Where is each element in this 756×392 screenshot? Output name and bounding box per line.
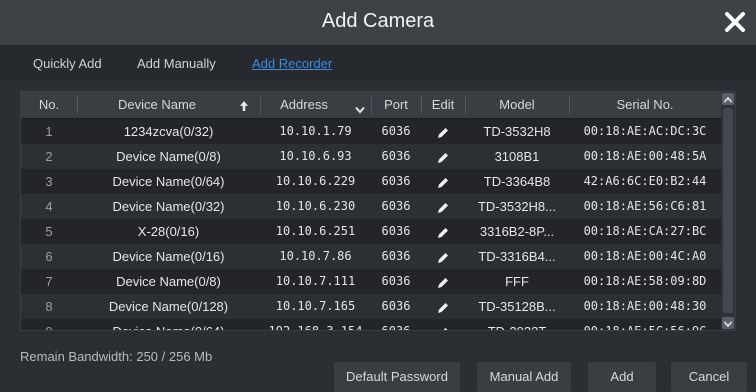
tab-quickly-add[interactable]: Quickly Add [33,56,102,71]
arrow-up-icon[interactable] [239,99,249,117]
cell-port: 6036 [381,274,411,288]
cell-address: 10.10.6.229 [275,174,356,188]
column-header-model[interactable]: Model [465,92,569,118]
table-row[interactable]: 4 Device Name(0/32) 10.10.6.230 6036 TD-… [21,194,721,219]
cell-serial-no: 00:18:AE:00:48:30 [583,299,707,313]
cell-serial-no: 00:18:AE:AC:DC:3C [583,124,707,138]
tab-bar: Quickly Add Add Manually Add Recorder [0,45,756,81]
cell-address: 10.10.1.79 [279,124,352,138]
cell-port: 6036 [381,299,411,313]
dialog-title: Add Camera [321,10,435,32]
cell-address: 10.10.7.165 [275,299,356,313]
cell-serial-no: 42:A6:6C:E0:B2:44 [583,174,707,188]
cell-device-name: 1234zcva(0/32) [123,124,214,139]
cell-model: 3108B1 [494,149,540,164]
cell-port: 6036 [381,174,411,188]
tab-add-recorder[interactable]: Add Recorder [252,56,332,71]
cell-model: TD-3532H8 [483,124,551,139]
cell-port: 6036 [381,124,411,138]
title-bar: Add Camera [0,0,756,45]
cell-serial-no: 00:18:AE:CA:27:BC [583,224,707,238]
close-icon[interactable] [720,7,750,37]
cell-device-name: Device Name(0/64) [112,174,225,189]
cell-no: 3 [45,174,53,189]
cell-serial-no: 00:18:AE:00:48:5A [583,149,707,163]
cell-no: 1 [45,124,53,139]
cell-address: 10.10.6.251 [275,224,356,238]
cell-no: 2 [45,149,53,164]
cell-serial-no: 00:18:AE:5C:56:9C [583,324,707,331]
pencil-icon[interactable] [421,194,465,219]
cell-model: FFF [505,274,529,289]
tab-add-manually[interactable]: Add Manually [137,56,216,71]
cell-no: 8 [45,299,53,314]
cell-model: 3316B2-8P... [479,224,555,239]
cell-no: 6 [45,249,53,264]
cell-serial-no: 00:18:AE:00:4C:A0 [583,249,707,263]
cell-device-name: Device Name(0/64) [77,319,260,330]
cell-address: 10.10.7.111 [275,274,356,288]
cell-no: 4 [45,199,53,214]
pencil-icon[interactable] [421,144,465,169]
cell-port: 6036 [381,249,411,263]
pencil-icon[interactable] [421,219,465,244]
manual-add-button[interactable]: Manual Add [477,362,571,392]
cell-no: 7 [45,274,53,289]
cell-address: 192.168.3.154 [268,324,363,331]
cell-no: 9 [21,319,77,330]
pencil-icon[interactable] [421,294,465,319]
table-row[interactable]: 3 Device Name(0/64) 10.10.6.229 6036 TD-… [21,169,721,194]
table-row[interactable]: 8 Device Name(0/128) 10.10.7.165 6036 TD… [21,294,721,319]
scroll-down-icon[interactable] [722,317,734,329]
cell-model: TD-2932T [465,319,569,330]
cell-model: TD-3532H8... [477,199,557,214]
table-row[interactable]: 5 X-28(0/16) 10.10.6.251 6036 3316B2-8P.… [21,219,721,244]
column-header-address[interactable]: Address [260,92,348,118]
cell-device-name: X-28(0/16) [137,224,200,239]
cell-port: 6036 [381,149,411,163]
cell-device-name: Device Name(0/128) [108,299,229,314]
default-password-button[interactable]: Default Password [334,362,460,392]
cell-model: TD-3316B4... [478,249,556,264]
cell-address: 10.10.6.230 [275,199,356,213]
pencil-icon[interactable] [421,169,465,194]
cancel-button[interactable]: Cancel [671,362,747,392]
pencil-icon[interactable] [421,119,465,144]
table-row[interactable]: 1 1234zcva(0/32) 10.10.1.79 6036 TD-3532… [21,119,721,144]
cell-no: 5 [45,224,53,239]
chevron-down-icon[interactable] [355,101,365,119]
cell-serial-no: 00:18:AE:58:09:8D [583,274,707,288]
pencil-icon[interactable] [421,269,465,294]
table-header: No. Device Name Address Port Edit Model … [21,92,721,118]
table-row[interactable]: 9 Device Name(0/64) 192.168.3.154 6036 T… [21,319,721,331]
pencil-icon[interactable] [421,319,465,330]
cell-port: 6036 [381,224,411,238]
cell-device-name: Device Name(0/8) [116,149,221,164]
table-row[interactable]: 7 Device Name(0/8) 10.10.7.111 6036 FFF … [21,269,721,294]
scrollbar-thumb[interactable] [723,108,733,313]
scroll-up-icon[interactable] [722,93,734,105]
cell-address: 10.10.7.86 [279,249,352,263]
cell-device-name: Device Name(0/8) [116,274,221,289]
add-button[interactable]: Add [588,362,656,392]
column-header-serial-no[interactable]: Serial No. [569,92,721,118]
remain-bandwidth: Remain Bandwidth: 250 / 256 Mb [20,349,213,364]
column-header-port[interactable]: Port [371,92,421,118]
column-header-edit: Edit [431,97,455,112]
cell-address: 10.10.6.93 [279,149,352,163]
table-row[interactable]: 6 Device Name(0/16) 10.10.7.86 6036 TD-3… [21,244,721,269]
vertical-scrollbar[interactable] [721,92,735,330]
cell-device-name: Device Name(0/16) [112,249,225,264]
cell-port: 6036 [381,324,411,331]
column-header-no[interactable]: No. [21,92,77,118]
pencil-icon[interactable] [421,244,465,269]
table-row[interactable]: 2 Device Name(0/8) 10.10.6.93 6036 3108B… [21,144,721,169]
device-table: No. Device Name Address Port Edit Model … [20,91,736,331]
column-header-device-name[interactable]: Device Name [77,92,237,118]
cell-port: 6036 [381,199,411,213]
cell-model: TD-35128B... [478,299,556,314]
cell-device-name: Device Name(0/32) [112,199,225,214]
cell-serial-no: 00:18:AE:56:C6:81 [583,199,707,213]
cell-model: TD-3364B8 [483,174,551,189]
